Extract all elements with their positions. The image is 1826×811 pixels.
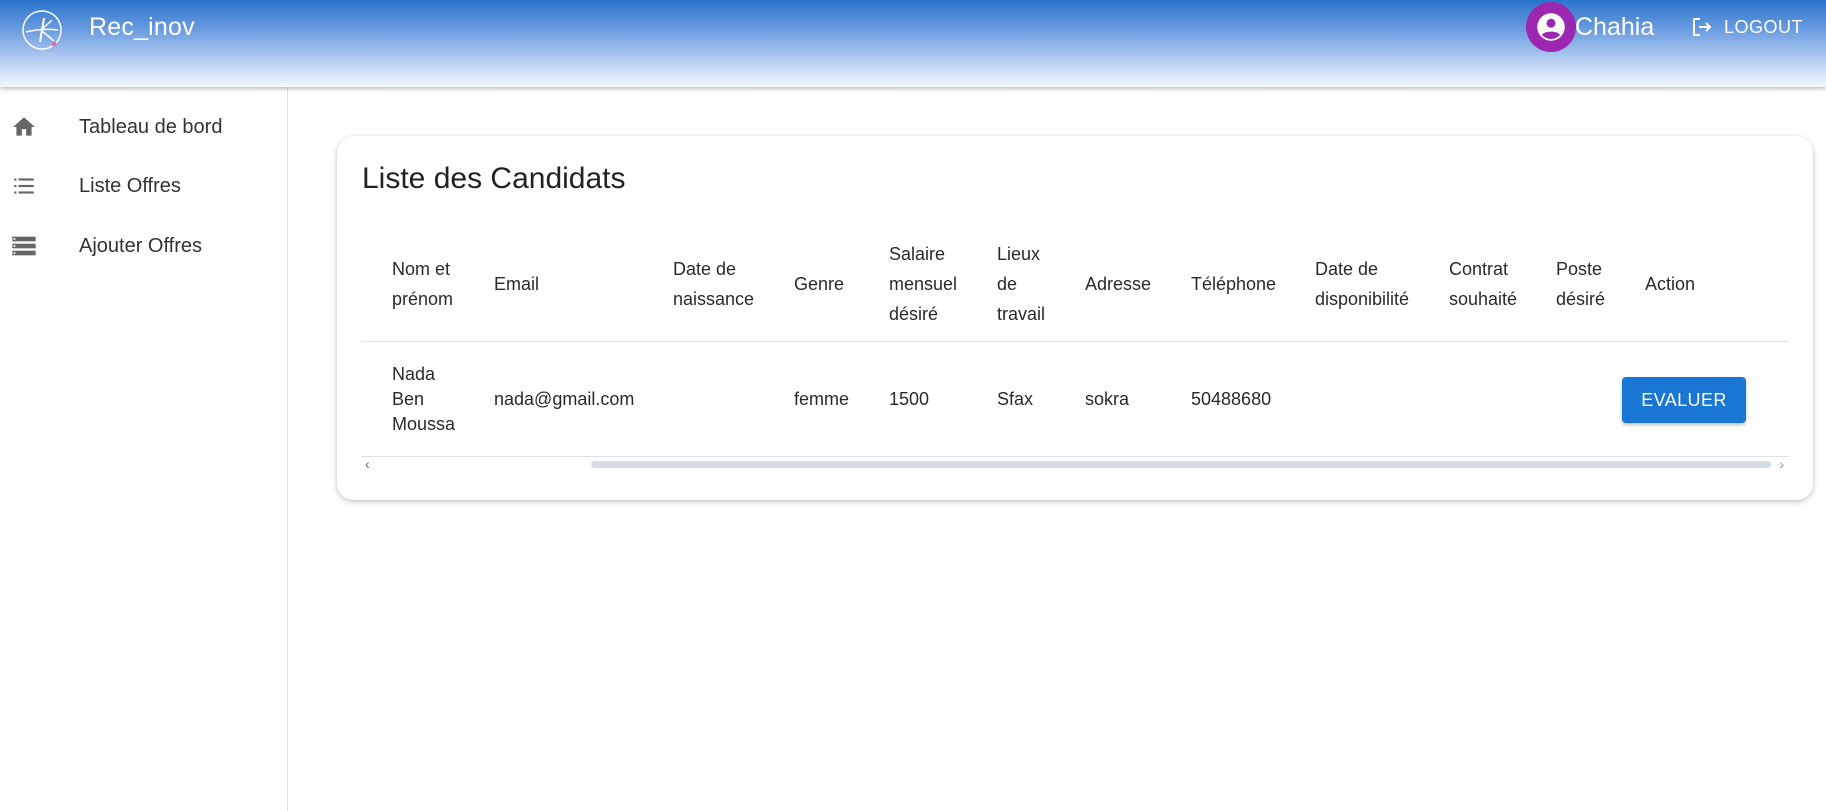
column-header-availability: Date de disponibilité bbox=[1315, 259, 1410, 309]
account-circle-icon bbox=[1537, 13, 1565, 41]
sidebar-item-dashboard[interactable]: Tableau de bord bbox=[0, 102, 287, 152]
home-icon bbox=[10, 113, 38, 141]
user-name: Chahia bbox=[1575, 13, 1655, 41]
column-header-salary: Salaire mensuel désiré bbox=[889, 244, 958, 324]
cell-phone: 50488680 bbox=[1191, 389, 1272, 409]
candidates-card: Liste des Candidats Nom et prénom Email D… bbox=[337, 136, 1813, 500]
cell-name: Nada Ben Moussa bbox=[392, 364, 456, 434]
list-icon bbox=[10, 172, 38, 200]
column-header-contract: Contrat souhaité bbox=[1449, 259, 1518, 309]
logout-label: LOGOUT bbox=[1724, 16, 1804, 37]
app-logo[interactable] bbox=[20, 8, 64, 52]
logout-button[interactable]: LOGOUT bbox=[1690, 14, 1803, 40]
table-row: Nada Ben Moussa nada@gmail.com femme 1500 … bbox=[361, 342, 1788, 457]
app-bar: Rec_inov Chahia LOGOUT bbox=[0, 0, 1826, 87]
column-header-name: Nom et prénom bbox=[392, 259, 454, 309]
sidebar-item-label: Tableau de bord bbox=[79, 115, 223, 138]
column-header-email: Email bbox=[494, 274, 540, 294]
evaluate-button[interactable]: EVALUER bbox=[1622, 377, 1746, 423]
page-title: Liste des Candidats bbox=[362, 162, 626, 195]
sidebar-item-label: Ajouter Offres bbox=[79, 234, 203, 257]
table-header-row: Nom et prénom Email Date de naissance Genr… bbox=[361, 226, 1788, 342]
column-header-gender: Genre bbox=[794, 274, 845, 294]
avatar[interactable] bbox=[1526, 2, 1576, 52]
app-title: Rec_inov bbox=[89, 13, 195, 41]
cell-gender: femme bbox=[794, 389, 850, 409]
scroll-right-icon[interactable]: › bbox=[1779, 456, 1784, 472]
sidebar-item-offers-list[interactable]: Liste Offres bbox=[0, 161, 287, 211]
column-header-address: Adresse bbox=[1085, 274, 1152, 294]
sidebar: Tableau de bord Liste Offres Ajouter Off… bbox=[0, 87, 288, 811]
cell-work-place: Sfax bbox=[997, 389, 1034, 409]
horizontal-scrollbar[interactable]: ‹ › bbox=[361, 456, 1788, 472]
sidebar-item-label: Liste Offres bbox=[79, 174, 181, 197]
column-header-phone: Téléphone bbox=[1191, 274, 1277, 294]
storage-icon bbox=[10, 232, 38, 260]
column-header-work-place: Lieux de travail bbox=[997, 244, 1046, 324]
column-header-action: Action bbox=[1645, 274, 1696, 294]
column-header-position: Poste désiré bbox=[1556, 259, 1606, 309]
column-header-birth-date: Date de naissance bbox=[673, 259, 755, 309]
cell-salary: 1500 bbox=[889, 389, 930, 409]
cell-address: sokra bbox=[1085, 389, 1130, 409]
sidebar-item-add-offer[interactable]: Ajouter Offres bbox=[0, 221, 287, 271]
cell-email: nada@gmail.com bbox=[494, 389, 635, 409]
scrollbar-thumb[interactable] bbox=[591, 461, 1771, 468]
scroll-left-icon[interactable]: ‹ bbox=[365, 456, 370, 472]
logout-icon bbox=[1693, 18, 1712, 36]
